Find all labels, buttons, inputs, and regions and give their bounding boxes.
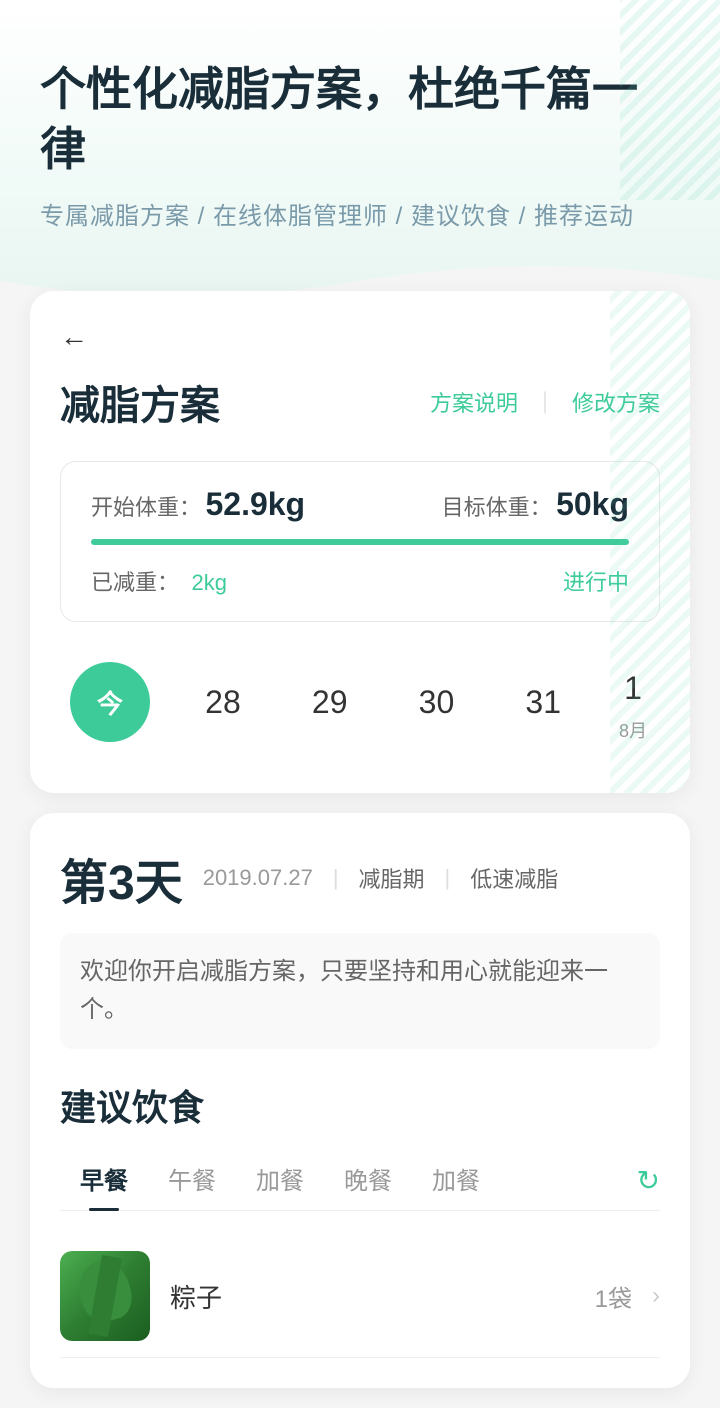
card-actions: 方案说明 ｜ 修改方案 bbox=[430, 386, 660, 418]
tab-breakfast[interactable]: 早餐 bbox=[60, 1151, 148, 1210]
food-image-inner bbox=[60, 1251, 150, 1341]
modify-button[interactable]: 修改方案 bbox=[572, 386, 660, 418]
header-title: 个性化减脂方案，杜绝千篇一律 bbox=[40, 60, 680, 180]
explain-button[interactable]: 方案说明 bbox=[430, 386, 518, 418]
date-today-label: 今 bbox=[97, 684, 123, 721]
date-1-num: 1 bbox=[616, 662, 650, 715]
date-29[interactable]: 29 bbox=[296, 668, 364, 737]
date-today[interactable]: 今 bbox=[70, 662, 150, 742]
start-weight: 开始体重： 52.9kg bbox=[91, 486, 305, 523]
tab-snack1[interactable]: 加餐 bbox=[236, 1151, 324, 1210]
date-1[interactable]: 1 8月 bbox=[616, 662, 650, 743]
date-28-num: 28 bbox=[189, 668, 257, 737]
food-item-zongzi[interactable]: 粽子 1袋 › bbox=[60, 1235, 660, 1358]
date-31[interactable]: 31 bbox=[509, 668, 577, 737]
target-weight-value: 50kg bbox=[556, 486, 629, 522]
day-section: 第3天 2019.07.27 | 减脂期 | 低速减脂 欢迎你开启减脂方案，只要… bbox=[30, 813, 690, 1389]
day-meta: 2019.07.27 | 减脂期 | 低速减脂 bbox=[203, 862, 559, 894]
day-tag-period: 减脂期 bbox=[359, 862, 425, 894]
weight-lost-value: 2kg bbox=[191, 570, 226, 595]
weight-progress-bar bbox=[91, 539, 629, 545]
weight-row: 开始体重： 52.9kg 目标体重： 50kg bbox=[91, 486, 629, 523]
day-number: 第3天 bbox=[60, 843, 183, 913]
header-subtitle: 专属减脂方案 / 在线体脂管理师 / 建议饮食 / 推荐运动 bbox=[40, 196, 680, 231]
food-arrow-icon: › bbox=[652, 1282, 660, 1310]
diet-section-title: 建议饮食 bbox=[60, 1079, 660, 1131]
back-button[interactable]: ← bbox=[60, 321, 88, 353]
weight-lost-label: 已减重： bbox=[91, 570, 179, 595]
date-circle-today: 今 bbox=[70, 662, 150, 742]
date-row: 今 28 29 30 31 1 8月 bbox=[60, 642, 660, 763]
date-30[interactable]: 30 bbox=[403, 668, 471, 737]
day-header: 第3天 2019.07.27 | 减脂期 | 低速减脂 bbox=[60, 843, 660, 913]
date-29-num: 29 bbox=[296, 668, 364, 737]
date-28[interactable]: 28 bbox=[189, 668, 257, 737]
stripe-decoration bbox=[620, 0, 720, 200]
date-1-month: 8月 bbox=[619, 717, 647, 743]
action-divider: ｜ bbox=[534, 386, 556, 418]
day-tag-type: 低速减脂 bbox=[470, 862, 558, 894]
food-quantity: 1袋 bbox=[595, 1279, 632, 1314]
plan-card: ← 减脂方案 方案说明 ｜ 修改方案 开始体重： 52.9kg 目标体重： 50… bbox=[30, 291, 690, 793]
refresh-icon[interactable]: ↻ bbox=[637, 1164, 660, 1197]
tab-dinner[interactable]: 晚餐 bbox=[324, 1151, 412, 1210]
date-30-num: 30 bbox=[403, 668, 471, 737]
food-image bbox=[60, 1251, 150, 1341]
weight-bottom: 已减重： 2kg 进行中 bbox=[91, 565, 629, 597]
tab-lunch[interactable]: 午餐 bbox=[148, 1151, 236, 1210]
food-name: 粽子 bbox=[170, 1278, 575, 1315]
date-31-num: 31 bbox=[509, 668, 577, 737]
start-weight-value: 52.9kg bbox=[205, 486, 305, 522]
card-header: 减脂方案 方案说明 ｜ 修改方案 bbox=[60, 373, 660, 431]
target-weight: 目标体重： 50kg bbox=[442, 486, 629, 523]
day-description: 欢迎你开启减脂方案，只要坚持和用心就能迎来一个。 bbox=[60, 933, 660, 1050]
weight-box: 开始体重： 52.9kg 目标体重： 50kg 已减重： 2kg 进行中 bbox=[60, 461, 660, 622]
start-weight-label: 开始体重： bbox=[91, 495, 201, 520]
tab-snack2[interactable]: 加餐 bbox=[412, 1151, 500, 1210]
day-divider-2: | bbox=[445, 865, 451, 891]
day-divider-1: | bbox=[333, 865, 339, 891]
meal-tabs: 早餐 午餐 加餐 晚餐 加餐 ↻ bbox=[60, 1151, 660, 1211]
status-badge: 进行中 bbox=[563, 565, 629, 597]
target-weight-label: 目标体重： bbox=[442, 495, 552, 520]
header-section: 个性化减脂方案，杜绝千篇一律 专属减脂方案 / 在线体脂管理师 / 建议饮食 /… bbox=[0, 0, 720, 311]
card-title: 减脂方案 bbox=[60, 373, 220, 431]
day-date: 2019.07.27 bbox=[203, 865, 313, 891]
weight-lost: 已减重： 2kg bbox=[91, 565, 227, 597]
